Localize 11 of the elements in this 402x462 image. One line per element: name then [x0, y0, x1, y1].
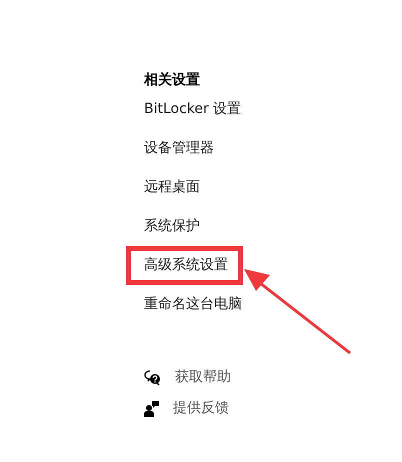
settings-link[interactable]: 高级系统设置 [126, 246, 243, 285]
settings-link[interactable]: 重命名这台电脑 [126, 285, 257, 324]
support-link[interactable]: 提供反馈 [173, 398, 229, 419]
section-heading: 相关设置 [142, 71, 201, 90]
help-icon [144, 370, 161, 386]
settings-link[interactable]: 系统保护 [126, 207, 215, 246]
settings-link[interactable]: BitLocker 设置 [126, 90, 256, 129]
settings-link[interactable]: 远程桌面 [126, 168, 215, 207]
support-link[interactable]: 获取帮助 [175, 367, 231, 388]
settings-link[interactable]: 设备管理器 [126, 129, 229, 168]
feedback-icon [144, 400, 159, 416]
